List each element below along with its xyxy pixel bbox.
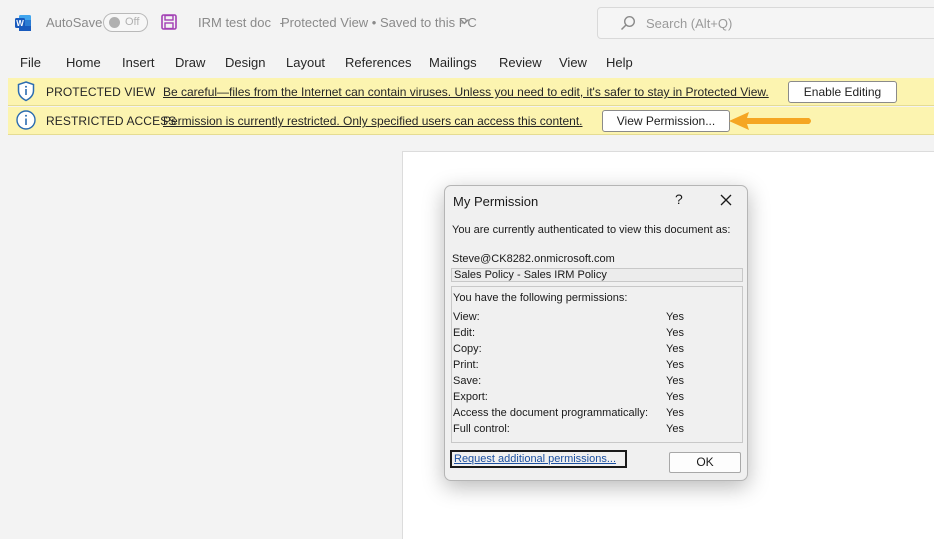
permission-value: Yes bbox=[666, 375, 684, 387]
tab-view[interactable]: View bbox=[559, 55, 587, 70]
permission-row: Save: Yes bbox=[453, 375, 739, 391]
autosave-label: AutoSave bbox=[46, 15, 103, 30]
tab-review[interactable]: Review bbox=[499, 55, 542, 70]
permission-name: Print: bbox=[453, 359, 479, 371]
protected-view-message[interactable]: Be careful—files from the Internet can c… bbox=[163, 85, 769, 99]
permission-name: Edit: bbox=[453, 327, 476, 339]
restricted-access-title: RESTRICTED ACCESS bbox=[46, 114, 177, 128]
search-icon bbox=[620, 15, 636, 31]
save-icon[interactable] bbox=[160, 13, 178, 31]
close-icon[interactable] bbox=[713, 188, 739, 212]
ribbon-tabs: File Home Insert Draw Design Layout Refe… bbox=[0, 46, 934, 78]
permission-name: Full control: bbox=[453, 423, 510, 435]
chevron-down-icon[interactable] bbox=[459, 16, 470, 27]
permission-row: Copy: Yes bbox=[453, 343, 739, 359]
svg-text:W: W bbox=[16, 19, 24, 28]
info-circle-icon bbox=[16, 110, 36, 130]
permission-row: Access the document programmatically: Ye… bbox=[453, 407, 739, 423]
arrow-left-icon bbox=[729, 112, 811, 130]
word-logo-icon[interactable]: W bbox=[14, 14, 32, 32]
permission-row: Print: Yes bbox=[453, 359, 739, 375]
search-box[interactable]: Search (Alt+Q) bbox=[597, 7, 934, 39]
authentication-text: You are currently authenticated to view … bbox=[452, 224, 731, 236]
tab-insert[interactable]: Insert bbox=[122, 55, 155, 70]
permission-row: Full control: Yes bbox=[453, 423, 739, 439]
permission-name: View: bbox=[453, 311, 480, 323]
tab-home[interactable]: Home bbox=[66, 55, 101, 70]
permission-name: Copy: bbox=[453, 343, 482, 355]
shield-info-icon bbox=[17, 81, 35, 102]
document-status[interactable]: Protected View • Saved to this PC bbox=[281, 15, 477, 30]
permission-value: Yes bbox=[666, 311, 684, 323]
permission-value: Yes bbox=[666, 391, 684, 403]
permission-value: Yes bbox=[666, 327, 684, 339]
permission-name: Access the document programmatically: bbox=[453, 407, 649, 419]
request-permissions-focus: Request additional permissions... bbox=[450, 450, 627, 468]
tab-references[interactable]: References bbox=[345, 55, 411, 70]
enable-editing-button[interactable]: Enable Editing bbox=[788, 81, 897, 103]
tab-help[interactable]: Help bbox=[606, 55, 633, 70]
user-email: Steve@CK8282.onmicrosoft.com bbox=[452, 253, 615, 265]
tab-file[interactable]: File bbox=[20, 55, 41, 70]
protected-view-title: PROTECTED VIEW bbox=[46, 85, 156, 99]
permission-value: Yes bbox=[666, 359, 684, 371]
tab-draw[interactable]: Draw bbox=[175, 55, 205, 70]
search-placeholder: Search (Alt+Q) bbox=[646, 16, 733, 31]
tab-mailings[interactable]: Mailings bbox=[429, 55, 477, 70]
toggle-knob bbox=[109, 17, 120, 28]
policy-name: Sales Policy - Sales IRM Policy bbox=[451, 268, 743, 282]
request-permissions-link[interactable]: Request additional permissions... bbox=[454, 453, 616, 465]
document-title[interactable]: IRM test doc - bbox=[198, 15, 284, 30]
protected-view-bar: PROTECTED VIEW Be careful—files from the… bbox=[8, 78, 934, 106]
permission-name: Save: bbox=[453, 375, 482, 387]
permission-row: View: Yes bbox=[453, 311, 739, 327]
permission-row: Export: Yes bbox=[453, 391, 739, 407]
view-permission-button[interactable]: View Permission... bbox=[602, 110, 730, 132]
permission-value: Yes bbox=[666, 423, 684, 435]
my-permission-dialog: My Permission ? You are currently authen… bbox=[444, 185, 748, 481]
autosave-state: Off bbox=[125, 16, 140, 28]
permission-name: Export: bbox=[453, 391, 488, 403]
autosave-toggle[interactable]: Off bbox=[103, 13, 148, 32]
document-name: IRM test doc bbox=[198, 15, 271, 30]
title-bar: W AutoSave Off IRM test doc - Protected … bbox=[0, 0, 934, 46]
help-button[interactable]: ? bbox=[675, 191, 683, 207]
permissions-panel: You have the following permissions: View… bbox=[451, 286, 743, 443]
permission-value: Yes bbox=[666, 343, 684, 355]
permission-value: Yes bbox=[666, 407, 684, 419]
restricted-access-message[interactable]: Permission is currently restricted. Only… bbox=[163, 114, 583, 128]
ok-button[interactable]: OK bbox=[669, 452, 741, 473]
dialog-title: My Permission bbox=[453, 194, 539, 209]
permission-row: Edit: Yes bbox=[453, 327, 739, 343]
permissions-header: You have the following permissions: bbox=[453, 292, 628, 304]
tab-design[interactable]: Design bbox=[225, 55, 265, 70]
tab-layout[interactable]: Layout bbox=[286, 55, 325, 70]
